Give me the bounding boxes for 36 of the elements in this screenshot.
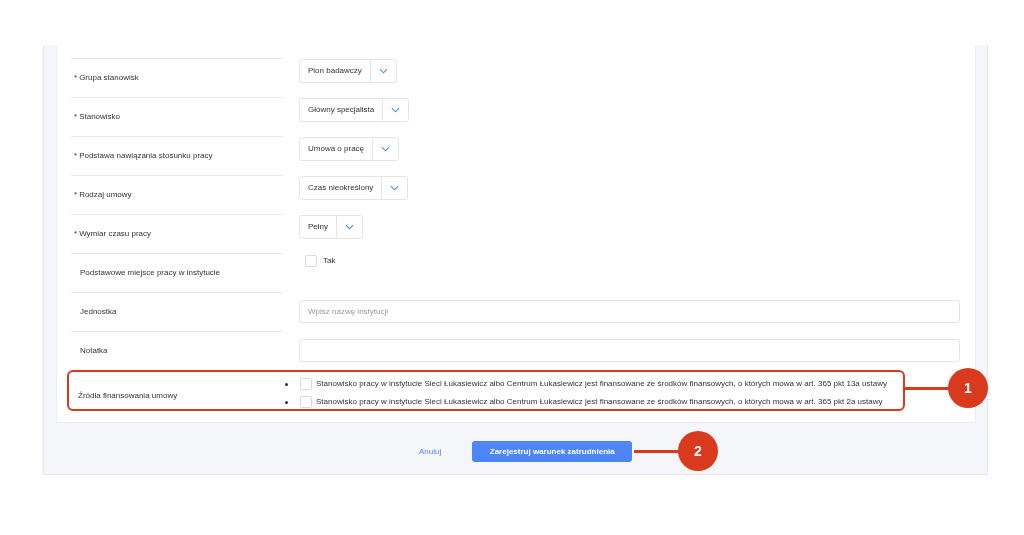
field-label: Podstawowe miejsce pracy w instytucie: [80, 267, 221, 279]
checkbox-option[interactable]: Stanowisko pracy w instytucie Sieci Łukasiewicz albo Centrum Łukasiewicz jest finansowane ze środków finansowych, o których mowa w art. 365 pkt 13a ustawy: [300, 378, 887, 390]
text-field[interactable]: Wpisz nazwę instytucji: [299, 300, 960, 323]
required-marker: *: [74, 189, 78, 201]
dropdown[interactable]: Pełny: [299, 215, 363, 239]
field-label: Notatka: [80, 345, 108, 357]
checkbox[interactable]: [300, 396, 312, 408]
checkbox[interactable]: [305, 255, 317, 267]
required-marker: *: [74, 72, 78, 84]
field-label: Źródła finansowania umowy: [78, 391, 178, 400]
chevron-down-icon: [345, 224, 354, 230]
required-marker: *: [74, 228, 78, 240]
chevron-down-icon: [390, 185, 400, 191]
dropdown[interactable]: Pion badawczy: [299, 59, 397, 83]
required-marker: *: [74, 111, 78, 123]
leader-line: [905, 387, 949, 390]
chevron-down-icon: [378, 68, 388, 74]
field-label: Jednostka: [80, 306, 117, 318]
required-marker: *: [74, 150, 78, 162]
field-label: Rodzaj umowy: [79, 189, 132, 201]
leader-line: [634, 450, 680, 453]
checkbox[interactable]: [300, 378, 312, 390]
checkbox-option[interactable]: Tak: [305, 255, 336, 267]
checkbox-option[interactable]: Stanowisko pracy w instytucie Sieci Łukasiewicz albo Centrum Łukasiewicz jest finansowane ze środków finansowych, o których mowa w art. 365 pkt 2a ustawy: [300, 396, 883, 408]
field-label: Stanowisko: [79, 111, 121, 123]
bullet-icon: [285, 400, 288, 404]
chevron-down-icon: [381, 146, 391, 152]
dropdown[interactable]: Czas nieokreślony: [299, 176, 409, 200]
bullet-icon: [285, 382, 288, 386]
dropdown[interactable]: Główny specjalista: [299, 98, 410, 122]
field-label: Podstawa nawiązania stosunku pracy: [79, 150, 213, 162]
dropdown[interactable]: Umowa o pracę: [299, 137, 400, 161]
field-label: Wymiar czasu pracy: [79, 228, 152, 240]
field-label: Grupa stanowisk: [79, 72, 139, 84]
text-field[interactable]: [299, 339, 960, 362]
chevron-down-icon: [391, 107, 401, 113]
